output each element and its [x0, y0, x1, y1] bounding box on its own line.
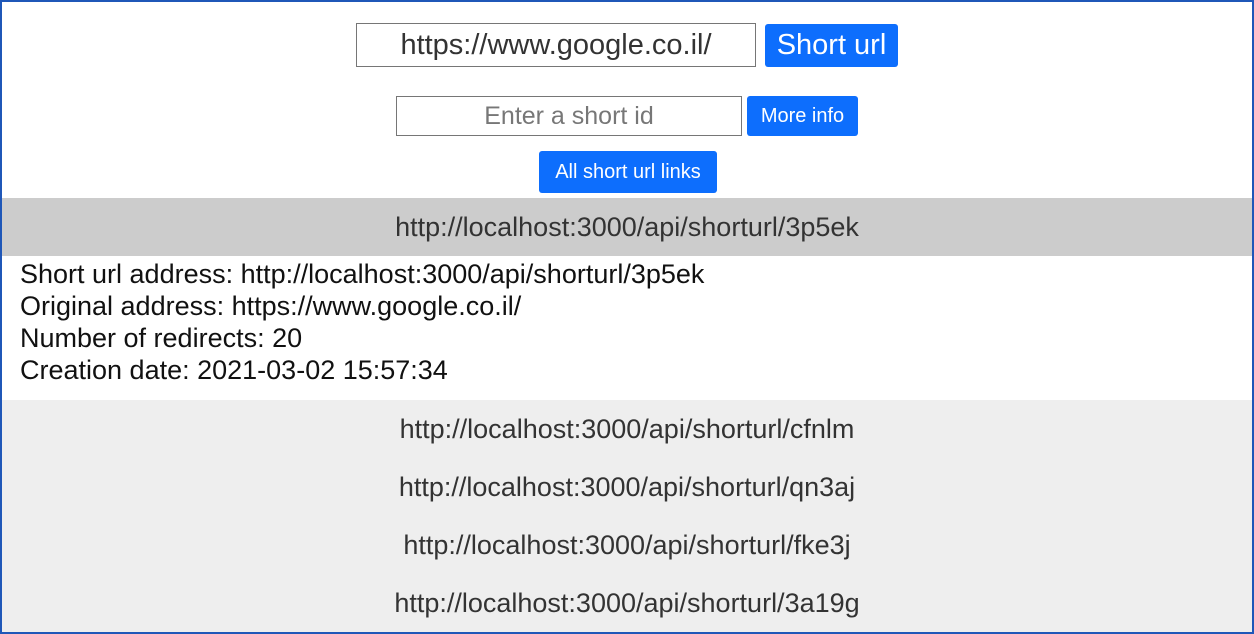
selected-short-link[interactable]: http://localhost:3000/api/shorturl/3p5ek [2, 198, 1252, 256]
app-frame: Short url More info All short url links … [0, 0, 1254, 634]
short-link-list: http://localhost:3000/api/shorturl/cfnlm… [2, 400, 1252, 632]
short-link-item[interactable]: http://localhost:3000/api/shorturl/qn3aj [2, 458, 1252, 516]
short-url-button[interactable]: Short url [765, 23, 898, 67]
all-links-row: All short url links [2, 150, 1252, 194]
short-link-item[interactable]: http://localhost:3000/api/shorturl/3a19g [2, 574, 1252, 632]
creation-date-text: Creation date: 2021-03-02 15:57:34 [20, 355, 448, 385]
original-address-text: Original address: https://www.google.co.… [20, 291, 522, 321]
link-details-panel: Short url address: http://localhost:3000… [20, 258, 1252, 398]
short-link-item[interactable]: http://localhost:3000/api/shorturl/cfnlm [2, 400, 1252, 458]
all-short-url-links-button[interactable]: All short url links [539, 151, 717, 193]
more-info-button[interactable]: More info [747, 96, 858, 136]
url-input[interactable] [356, 23, 756, 67]
shorten-form: Short url [2, 22, 1252, 68]
short-link-item[interactable]: http://localhost:3000/api/shorturl/fke3j [2, 516, 1252, 574]
info-form: More info [2, 95, 1252, 137]
short-url-address-text: Short url address: http://localhost:3000… [20, 259, 705, 289]
redirect-count-text: Number of redirects: 20 [20, 323, 303, 353]
short-id-input[interactable] [396, 96, 742, 136]
